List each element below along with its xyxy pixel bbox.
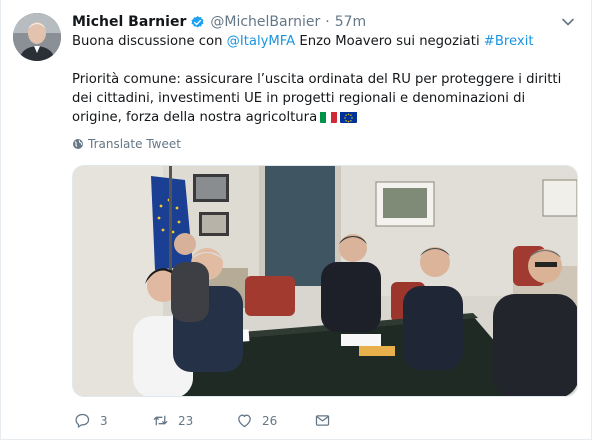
direct-message-button[interactable] — [314, 412, 331, 429]
verified-badge-icon — [190, 15, 205, 30]
paragraph-2-text: Priorità comune: assicurare l’uscita ord… — [72, 72, 562, 125]
tweet-header: Michel Barnier @MichelBarnier · 57m — [72, 12, 366, 32]
timestamp[interactable]: 57m — [335, 14, 366, 30]
tweet-photo[interactable] — [72, 165, 578, 397]
retweet-button[interactable]: 23 — [152, 412, 193, 429]
reply-icon — [75, 413, 90, 428]
italy-flag-icon — [320, 111, 338, 123]
tweet-text: Buona discussione con @ItalyMFA Enzo Moa… — [72, 32, 577, 127]
author-name[interactable]: Michel Barnier — [72, 14, 186, 30]
like-count: 26 — [262, 413, 278, 428]
envelope-icon — [315, 415, 330, 426]
mention-link[interactable]: @ItalyMFA — [227, 34, 296, 49]
translate-label: Translate Tweet — [88, 137, 181, 151]
reply-button[interactable]: 3 — [74, 412, 108, 429]
tweet-actions: 3 23 26 — [72, 412, 492, 432]
globe-icon — [73, 139, 83, 149]
heart-icon — [238, 414, 251, 428]
flag-emojis — [320, 111, 358, 123]
retweet-count: 23 — [178, 413, 194, 428]
reply-count: 3 — [100, 413, 108, 428]
author-handle[interactable]: @MichelBarnier — [210, 14, 320, 30]
avatar[interactable] — [13, 13, 61, 61]
eu-flag-icon — [340, 111, 358, 123]
line1-middle: Enzo Moavero sui negoziati — [295, 34, 484, 49]
tweet-paragraph-2: Priorità comune: assicurare l’uscita ord… — [72, 70, 577, 127]
retweet-icon — [153, 415, 168, 426]
chevron-down-icon[interactable] — [561, 14, 575, 28]
line1-prefix: Buona discussione con — [72, 34, 227, 49]
hashtag-link[interactable]: #Brexit — [484, 34, 534, 49]
tweet-card[interactable]: Michel Barnier @MichelBarnier · 57m Buon… — [0, 0, 592, 440]
translate-tweet-link[interactable]: Translate Tweet — [72, 137, 181, 151]
tweet-line-1: Buona discussione con @ItalyMFA Enzo Moa… — [72, 32, 577, 51]
separator-dot: · — [325, 14, 330, 30]
like-button[interactable]: 26 — [236, 412, 277, 429]
